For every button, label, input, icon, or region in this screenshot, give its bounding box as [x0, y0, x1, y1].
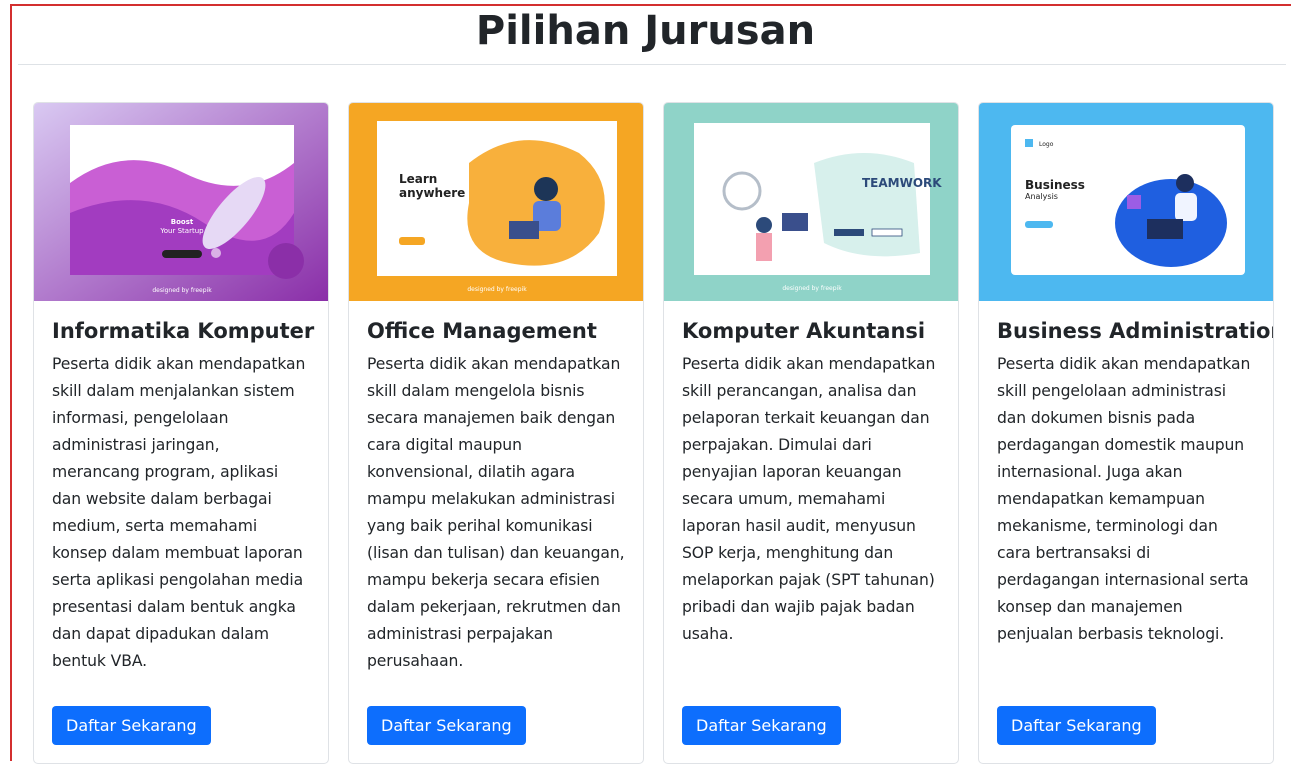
card-title: Office Management	[367, 319, 597, 343]
daftar-sekarang-button[interactable]: Daftar Sekarang	[52, 706, 211, 745]
daftar-sekarang-button[interactable]: Daftar Sekarang	[682, 706, 841, 745]
card-image-akuntansi: TEAMWORK designed by freepik	[664, 103, 958, 301]
svg-text:designed by freepik: designed by freepik	[467, 286, 527, 293]
svg-text:Your Startup: Your Startup	[159, 227, 204, 235]
svg-text:Analysis: Analysis	[1025, 192, 1058, 201]
card-image-business: Logo Business Analysis	[979, 103, 1273, 301]
program-card-office: Learn anywhere designed by freepik Offic…	[348, 102, 644, 764]
daftar-sekarang-button[interactable]: Daftar Sekarang	[997, 706, 1156, 745]
daftar-sekarang-button[interactable]: Daftar Sekarang	[367, 706, 526, 745]
title-divider	[18, 64, 1286, 65]
svg-text:Boost: Boost	[171, 218, 194, 226]
card-title: Informatika Komputer	[52, 319, 315, 343]
svg-text:Business: Business	[1025, 178, 1085, 192]
svg-text:designed by freepik: designed by freepik	[782, 285, 842, 292]
card-image-informatika: Boost Your Startup designed by freepik	[34, 103, 328, 301]
card-title: Komputer Akuntansi	[682, 319, 926, 343]
card-description: Peserta didik akan mendapatkan skill per…	[682, 355, 936, 643]
card-title: Business Administration	[997, 319, 1274, 343]
card-image-office: Learn anywhere designed by freepik	[349, 103, 643, 301]
svg-text:anywhere: anywhere	[399, 186, 465, 200]
svg-text:TEAMWORK: TEAMWORK	[862, 176, 942, 190]
program-card-business: Logo Business Analysis Business Administ…	[978, 102, 1274, 764]
program-card-informatika: Boost Your Startup designed by freepik I…	[33, 102, 329, 764]
svg-text:designed by freepik: designed by freepik	[152, 287, 212, 294]
card-description: Peserta didik akan mendapatkan skill dal…	[367, 355, 625, 670]
page-title: Pilihan Jurusan	[475, 8, 816, 54]
card-description: Peserta didik akan mendapatkan skill dal…	[52, 355, 306, 670]
svg-text:Logo: Logo	[1039, 141, 1054, 148]
svg-text:Learn: Learn	[399, 172, 437, 186]
program-card-akuntansi: TEAMWORK designed by freepik Komputer Ak…	[663, 102, 959, 764]
card-description: Peserta didik akan mendapatkan skill pen…	[997, 355, 1251, 643]
